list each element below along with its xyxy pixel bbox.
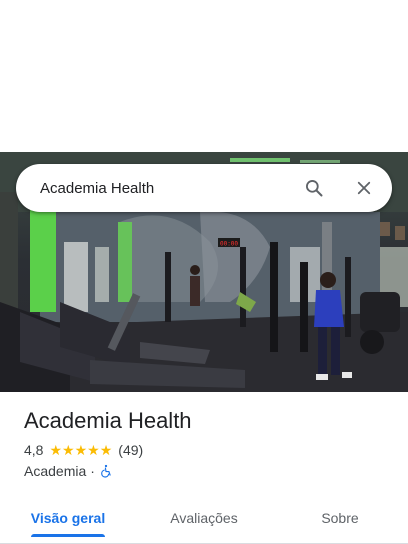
- tab-reviews[interactable]: Avaliações: [136, 492, 272, 543]
- search-button[interactable]: [294, 168, 334, 208]
- separator-dot: ·: [90, 463, 95, 479]
- tab-about[interactable]: Sobre: [272, 492, 408, 543]
- rating-value: 4,8: [24, 442, 44, 458]
- tab-overview[interactable]: Visão geral: [0, 492, 136, 543]
- search-input[interactable]: Academia Health: [16, 180, 294, 197]
- star-icon: ★: [74, 442, 88, 458]
- star-icon: ★: [62, 442, 75, 458]
- search-bar[interactable]: Academia Health: [16, 164, 392, 212]
- close-icon: [357, 181, 371, 195]
- search-icon: [306, 180, 323, 197]
- close-button[interactable]: [344, 168, 384, 208]
- place-category: Academia: [24, 463, 87, 479]
- place-tabs: Visão geral Avaliações Sobre: [0, 492, 408, 544]
- star-rating: ★ ★ ★ ★ ★: [49, 443, 112, 457]
- review-count[interactable]: (49): [118, 442, 143, 458]
- category-row: Academia ·: [24, 463, 392, 479]
- rating-row[interactable]: 4,8 ★ ★ ★ ★ ★ (49): [24, 442, 392, 458]
- star-icon: ★: [49, 442, 63, 458]
- wall-clock-display: 00:00: [220, 241, 238, 248]
- star-icon: ★: [99, 442, 113, 458]
- place-info: Academia Health 4,8 ★ ★ ★ ★ ★ (49) Acade…: [24, 406, 392, 479]
- place-title: Academia Health: [24, 408, 192, 433]
- star-icon: ★: [87, 442, 100, 458]
- wheelchair-icon: [99, 464, 113, 478]
